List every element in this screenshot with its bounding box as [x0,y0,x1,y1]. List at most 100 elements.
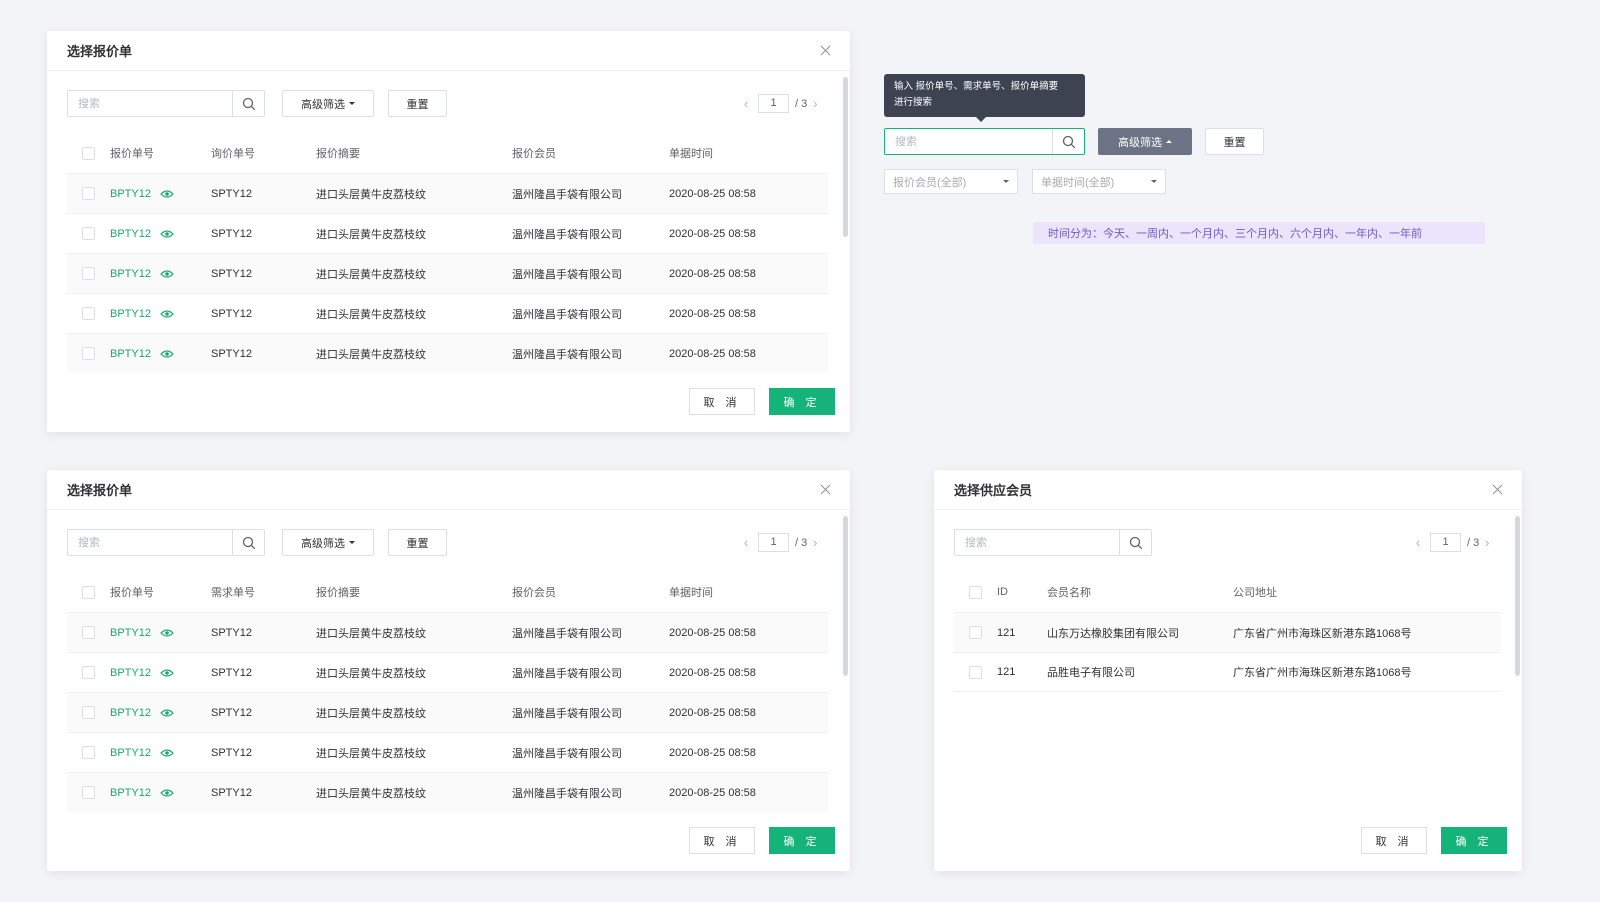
eye-icon[interactable] [160,349,174,359]
row-checkbox[interactable] [82,187,95,200]
row-checkbox[interactable] [82,626,95,639]
search-input[interactable] [68,530,232,555]
eye-icon[interactable] [160,309,174,319]
quote-code-link[interactable]: BPTY12 [110,627,174,639]
table-row[interactable]: BPTY12 SPTY12 进口头层黄牛皮荔枝纹 温州隆昌手袋有限公司 2020… [67,612,828,652]
table-row[interactable]: BPTY12 SPTY12 进口头层黄牛皮荔枝纹 温州隆昌手袋有限公司 2020… [67,173,828,213]
search-icon[interactable] [232,530,264,555]
eye-icon[interactable] [160,668,174,678]
quote-code-link[interactable]: BPTY12 [110,787,174,799]
quote-code-link[interactable]: BPTY12 [110,667,174,679]
quote-code[interactable]: BPTY12 [110,268,151,280]
quote-code[interactable]: BPTY12 [110,627,151,639]
reset-button[interactable]: 重置 [1205,128,1264,155]
quote-code-link[interactable]: BPTY12 [110,348,174,360]
cancel-button[interactable]: 取 消 [1361,827,1427,854]
col-inquiry-no: 询价单号 [211,148,255,160]
advanced-filter-button-active[interactable]: 高级筛选 [1098,128,1192,155]
confirm-button[interactable]: 确 定 [1441,827,1507,854]
eye-icon[interactable] [160,269,174,279]
eye-icon[interactable] [160,628,174,638]
time: 2020-08-25 08:58 [669,666,756,679]
reset-button[interactable]: 重置 [388,90,447,117]
table-row[interactable]: BPTY12 SPTY12 进口头层黄牛皮荔枝纹 温州隆昌手袋有限公司 2020… [67,253,828,293]
quote-code[interactable]: BPTY12 [110,747,151,759]
scrollbar[interactable] [843,77,848,237]
quote-code[interactable]: BPTY12 [110,667,151,679]
prev-page-icon[interactable]: ‹ [738,96,754,111]
eye-icon[interactable] [160,708,174,718]
row-checkbox[interactable] [969,626,982,639]
advanced-filter-button[interactable]: 高级筛选 [282,90,374,117]
next-page-icon[interactable]: › [807,535,823,550]
search-icon[interactable] [232,91,264,116]
table-row[interactable]: BPTY12 SPTY12 进口头层黄牛皮荔枝纹 温州隆昌手袋有限公司 2020… [67,333,828,373]
search-icon[interactable] [1052,129,1084,154]
quote-code[interactable]: BPTY12 [110,188,151,200]
table-row[interactable]: 121 品胜电子有限公司 广东省广州市海珠区新港东路1068号 [954,652,1501,692]
eye-icon[interactable] [160,788,174,798]
prev-page-icon[interactable]: ‹ [1410,535,1426,550]
close-icon[interactable] [818,43,834,59]
eye-icon[interactable] [160,748,174,758]
quote-code-link[interactable]: BPTY12 [110,747,174,759]
member-select[interactable]: 报价会员(全部) [884,169,1018,194]
next-page-icon[interactable]: › [1479,535,1495,550]
row-checkbox[interactable] [82,347,95,360]
quote-code[interactable]: BPTY12 [110,228,151,240]
search-input[interactable] [68,91,232,116]
table-row[interactable]: BPTY12 SPTY12 进口头层黄牛皮荔枝纹 温州隆昌手袋有限公司 2020… [67,732,828,772]
page-input[interactable]: 1 [1430,533,1461,552]
table-row[interactable]: BPTY12 SPTY12 进口头层黄牛皮荔枝纹 温州隆昌手袋有限公司 2020… [67,213,828,253]
select-all-checkbox[interactable] [969,585,982,599]
quote-code[interactable]: BPTY12 [110,308,151,320]
reset-button[interactable]: 重置 [388,529,447,556]
quote-code-link[interactable]: BPTY12 [110,268,174,280]
next-page-icon[interactable]: › [807,96,823,111]
quote-code-link[interactable]: BPTY12 [110,188,174,200]
select-all-checkbox[interactable] [82,585,95,599]
page-total: / 3 [795,97,808,110]
eye-icon[interactable] [160,229,174,239]
scrollbar[interactable] [1515,516,1520,676]
confirm-button[interactable]: 确 定 [769,827,835,854]
prev-page-icon[interactable]: ‹ [738,535,754,550]
pagination: ‹ 1 / 3 › [738,533,823,552]
table-row[interactable]: BPTY12 SPTY12 进口头层黄牛皮荔枝纹 温州隆昌手袋有限公司 2020… [67,652,828,692]
table-row[interactable]: BPTY12 SPTY12 进口头层黄牛皮荔枝纹 温州隆昌手袋有限公司 2020… [67,293,828,333]
row-checkbox[interactable] [82,706,95,719]
page-input[interactable]: 1 [758,533,789,552]
eye-icon[interactable] [160,189,174,199]
row-checkbox[interactable] [82,267,95,280]
row-checkbox[interactable] [82,746,95,759]
time-select[interactable]: 单据时间(全部) [1032,169,1166,194]
table-row[interactable]: BPTY12 SPTY12 进口头层黄牛皮荔枝纹 温州隆昌手袋有限公司 2020… [67,692,828,732]
close-icon[interactable] [1490,482,1506,498]
table-row[interactable]: BPTY12 SPTY12 进口头层黄牛皮荔枝纹 温州隆昌手袋有限公司 2020… [67,772,828,812]
quote-code-link[interactable]: BPTY12 [110,228,174,240]
quote-code[interactable]: BPTY12 [110,348,151,360]
advanced-filter-button[interactable]: 高级筛选 [282,529,374,556]
row-checkbox[interactable] [82,786,95,799]
page-input[interactable]: 1 [758,94,789,113]
search-icon[interactable] [1119,530,1151,555]
cancel-button[interactable]: 取 消 [689,388,755,415]
filter-search-input[interactable] [885,129,1052,154]
confirm-button[interactable]: 确 定 [769,388,835,415]
quote-code[interactable]: BPTY12 [110,707,151,719]
scrollbar[interactable] [843,516,848,676]
row-checkbox[interactable] [969,665,982,679]
cancel-button[interactable]: 取 消 [689,827,755,854]
search-input[interactable] [955,530,1119,555]
close-icon[interactable] [818,482,834,498]
row-checkbox[interactable] [82,666,95,679]
quote-code-link[interactable]: BPTY12 [110,707,174,719]
table-row[interactable]: 121 山东万达橡胶集团有限公司 广东省广州市海珠区新港东路1068号 [954,612,1501,652]
quote-code[interactable]: BPTY12 [110,787,151,799]
search-box [67,90,265,117]
row-checkbox[interactable] [82,227,95,240]
member: 温州隆昌手袋有限公司 [512,228,622,241]
select-all-checkbox[interactable] [82,146,95,160]
quote-code-link[interactable]: BPTY12 [110,308,174,320]
row-checkbox[interactable] [82,307,95,320]
